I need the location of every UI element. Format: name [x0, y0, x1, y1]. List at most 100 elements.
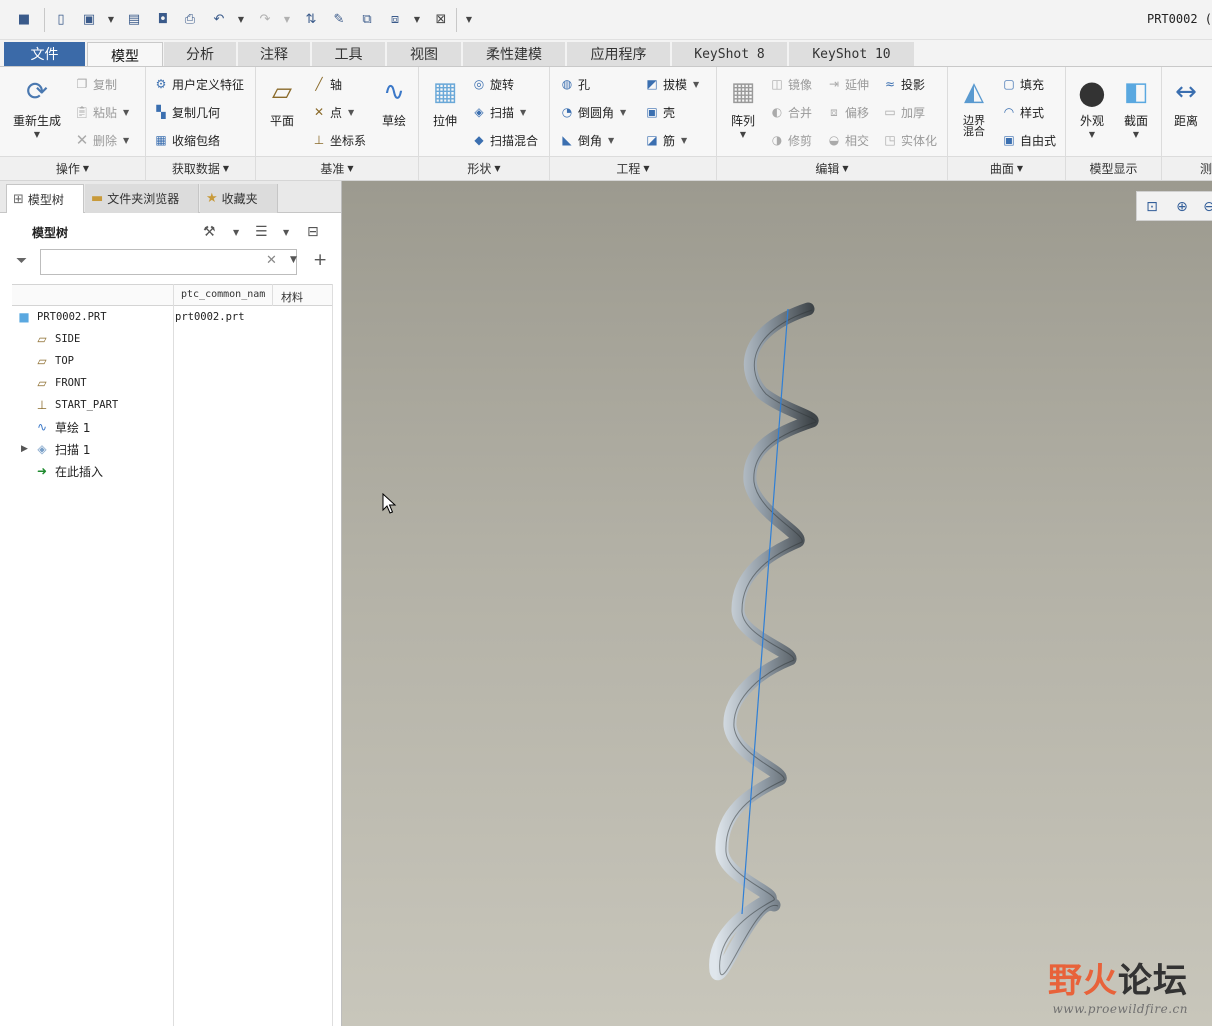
group-label[interactable]: 操作 ▼ — [0, 156, 145, 180]
intersect-button[interactable]: ◒ 相交 — [826, 130, 869, 150]
fill-button[interactable]: ▢ 填充 — [1001, 74, 1044, 94]
open-folder-icon[interactable]: ▤ — [125, 10, 143, 28]
group-label[interactable]: 形状 ▼ — [419, 156, 549, 180]
chevron-down-icon[interactable]: ▼ — [106, 12, 116, 26]
tab-applications[interactable]: 应用程序 — [567, 42, 671, 66]
revolve-button[interactable]: ◎ 旋转 — [471, 74, 514, 94]
paste-button[interactable]: 📋︎ 粘贴 ▼ — [74, 102, 129, 122]
round-button[interactable]: ◔ 倒圆角 ▼ — [559, 102, 626, 122]
shell-button[interactable]: ▣ 壳 — [644, 102, 675, 122]
section-button[interactable]: ◧ 截面 ▼ — [1116, 75, 1156, 139]
expand-arrow-icon[interactable]: ▶ — [21, 444, 28, 454]
tree-row-front[interactable]: ▱ FRONT — [12, 372, 333, 394]
style-button[interactable]: ◠ 样式 — [1001, 102, 1044, 122]
tab-annotate[interactable]: 注释 — [238, 42, 311, 66]
sweep-button[interactable]: ◈ 扫描 ▼ — [471, 102, 526, 122]
print-icon[interactable]: ⎙ — [181, 10, 199, 28]
group-label[interactable]: 测 — [1162, 156, 1212, 180]
copy-button[interactable]: ❐ 复制 — [74, 74, 117, 94]
chevron-down-icon[interactable]: ▼ — [412, 12, 422, 26]
chamfer-button[interactable]: ◣ 倒角 ▼ — [559, 130, 614, 150]
tab-model-tree[interactable]: ⊞ 模型树 — [6, 184, 84, 213]
tab-flexible-modeling[interactable]: 柔性建模 — [463, 42, 566, 66]
trim-button[interactable]: ◑ 修剪 — [769, 130, 812, 150]
offset-button[interactable]: ⧈ 偏移 — [826, 102, 869, 122]
group-label[interactable]: 获取数据 ▼ — [146, 156, 255, 180]
point-button[interactable]: ✕ 点 ▼ — [311, 102, 354, 122]
delete-button[interactable]: ✕ 删除 ▼ — [74, 130, 129, 150]
tab-tools[interactable]: 工具 — [312, 42, 386, 66]
regenerate-icon[interactable]: ⇅ — [302, 10, 320, 28]
chevron-down-icon[interactable]: ▼ — [283, 221, 289, 243]
tab-keyshot-8[interactable]: KeyShot 8 — [672, 42, 788, 66]
tab-analysis[interactable]: 分析 — [164, 42, 237, 66]
open-window-icon[interactable]: ▣ — [80, 10, 98, 28]
group-label[interactable]: 曲面 ▼ — [948, 156, 1065, 180]
tree-row-insert-here[interactable]: ➜ 在此插入 — [12, 460, 333, 482]
pattern-button[interactable]: ▦ 阵列 ▼ — [723, 75, 763, 139]
shrinkwrap-button[interactable]: ▦ 收缩包络 — [153, 130, 220, 150]
tab-folder-browser[interactable]: ▬ 文件夹浏览器 — [85, 184, 199, 213]
search-input[interactable] — [40, 249, 297, 275]
app-cube-icon[interactable]: ■ — [15, 10, 33, 28]
column-common-name[interactable]: ptc_common_nam — [181, 289, 265, 300]
close-window-icon[interactable]: ⊠ — [432, 10, 450, 28]
axis-button[interactable]: ╱ 轴 — [311, 74, 342, 94]
tree-row-part[interactable]: ■ PRT0002.PRT — [12, 306, 333, 328]
column-material[interactable]: 材料 — [281, 289, 303, 305]
freestyle-button[interactable]: ▣ 自由式 — [1001, 130, 1056, 150]
tab-view[interactable]: 视图 — [387, 42, 462, 66]
graphics-window[interactable]: ⊡ ⊕ ⊖ 野火论坛 www.proewildfire.cn — [342, 181, 1212, 1026]
group-label[interactable]: 编辑 ▼ — [717, 156, 947, 180]
tab-keyshot-10[interactable]: KeyShot 10 — [789, 42, 915, 66]
swept-blend-button[interactable]: ◆ 扫描混合 — [471, 130, 538, 150]
appearance-button[interactable]: ● 外观 ▼ — [1072, 73, 1112, 139]
clear-icon[interactable]: ✕ — [266, 253, 277, 268]
plane-button[interactable]: ▱ 平面 — [262, 75, 302, 128]
group-label[interactable]: 模型显示 — [1066, 156, 1161, 180]
rib-button[interactable]: ◪ 筋 ▼ — [644, 130, 687, 150]
helical-sweep-body[interactable] — [709, 302, 819, 981]
edit-icon[interactable]: ✎ — [330, 10, 348, 28]
tab-file[interactable]: 文件 — [4, 42, 86, 66]
csys-button[interactable]: ⊥ 坐标系 — [311, 130, 366, 150]
tree-row-sweep[interactable]: ▶ ◈ 扫描 1 — [12, 438, 333, 460]
tree-row-sketch[interactable]: ∿ 草绘 1 — [12, 416, 333, 438]
tree-settings-button[interactable]: ⚒ — [203, 221, 216, 243]
group-label[interactable]: 基准 ▼ — [256, 156, 418, 180]
customize-dropdown-icon[interactable]: ▼ — [464, 12, 474, 26]
new-file-icon[interactable]: ▯ — [52, 10, 70, 28]
tab-favorites[interactable]: ★ 收藏夹 — [200, 184, 278, 213]
tree-row-side[interactable]: ▱ SIDE — [12, 328, 333, 350]
tree-row-start-part[interactable]: ⊥ START_PART — [12, 394, 333, 416]
merge-button[interactable]: ◐ 合并 — [769, 102, 812, 122]
switch-window-icon[interactable]: ⧈ — [386, 10, 404, 28]
undo-icon[interactable]: ↶ — [210, 10, 228, 28]
windows-icon[interactable]: ⧉ — [358, 10, 376, 28]
add-icon[interactable]: + — [313, 250, 327, 270]
regenerate-button[interactable]: ⟳ 重新生成 ▼ — [10, 75, 64, 139]
redo-icon[interactable]: ↷ — [256, 10, 274, 28]
chevron-down-icon[interactable]: ▼ — [233, 221, 239, 243]
save-icon[interactable]: ◘ — [154, 10, 172, 28]
mirror-button[interactable]: ◫ 镜像 — [769, 74, 812, 94]
boundary-blend-button[interactable]: ◭ 边界混合 — [954, 75, 994, 137]
udf-button[interactable]: ⚙ 用户定义特征 — [153, 74, 244, 94]
tree-row-top[interactable]: ▱ TOP — [12, 350, 333, 372]
copy-geometry-button[interactable]: ▚ 复制几何 — [153, 102, 220, 122]
solidify-button[interactable]: ◳ 实体化 — [882, 130, 937, 150]
group-label[interactable]: 工程 ▼ — [550, 156, 716, 180]
thicken-button[interactable]: ▭ 加厚 — [882, 102, 925, 122]
distance-button[interactable]: ↔ 距离 — [1166, 75, 1206, 128]
tree-filter-columns-button[interactable]: ⊟ — [307, 221, 319, 243]
project-button[interactable]: ≈ 投影 — [882, 74, 925, 94]
extrude-button[interactable]: ▦ 拉伸 — [425, 75, 465, 128]
tree-display-button[interactable]: ☰ — [255, 221, 268, 243]
tab-model[interactable]: 模型 — [87, 42, 163, 68]
chevron-down-icon[interactable]: ▼ — [290, 255, 297, 265]
extend-button[interactable]: ⇥ 延伸 — [826, 74, 869, 94]
model-viewport[interactable] — [342, 181, 1212, 1026]
draft-button[interactable]: ◩ 拔模 ▼ — [644, 74, 699, 94]
sketch-button[interactable]: ∿ 草绘 — [374, 75, 414, 128]
chevron-down-icon[interactable]: ▼ — [282, 12, 292, 26]
